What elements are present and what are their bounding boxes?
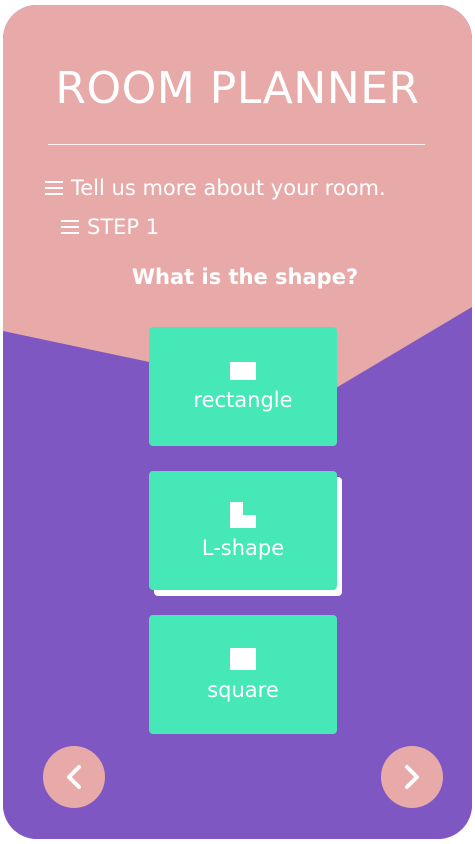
page-title: ROOM PLANNER xyxy=(55,63,420,114)
shape-question: What is the shape? xyxy=(131,265,359,289)
option-label: rectangle xyxy=(193,387,293,412)
step-line: STEP 1 xyxy=(61,215,159,239)
l-shape-icon xyxy=(230,501,256,528)
chevron-right-icon xyxy=(405,765,419,789)
app-screen: ROOM PLANNER Tell us more about your roo… xyxy=(3,5,472,839)
option-label: square xyxy=(207,677,279,702)
rectangle-option-button[interactable]: rectangle xyxy=(149,327,337,446)
square-option-button[interactable]: square xyxy=(149,615,337,734)
next-button[interactable] xyxy=(381,746,443,808)
previous-button[interactable] xyxy=(43,746,105,808)
menu-icon xyxy=(45,181,63,195)
intro-subtitle: Tell us more about your room. xyxy=(71,176,386,200)
chevron-left-icon xyxy=(67,765,81,789)
square-icon xyxy=(230,647,256,670)
rectangle-icon xyxy=(230,361,256,380)
step-label: STEP 1 xyxy=(87,215,160,239)
l-shape-option-button[interactable]: L-shape xyxy=(149,471,337,590)
menu-icon xyxy=(61,220,79,234)
option-label: L-shape xyxy=(201,535,285,560)
intro-line: Tell us more about your room. xyxy=(45,176,386,200)
title-divider xyxy=(48,144,425,145)
